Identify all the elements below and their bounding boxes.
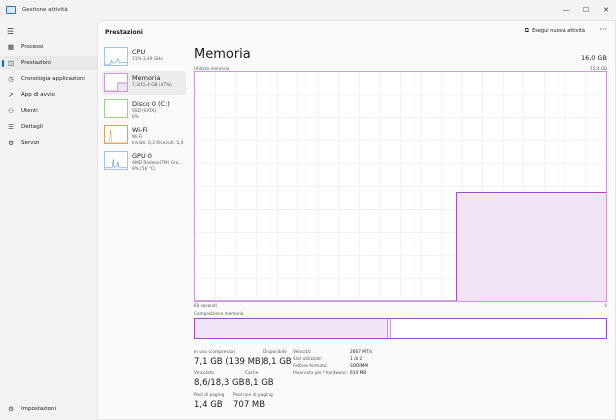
perf-item-name: Disco 0 (C:) bbox=[132, 100, 170, 108]
memory-usage-chart bbox=[194, 71, 607, 302]
hamburger-menu-icon[interactable]: ☰ bbox=[7, 27, 14, 36]
detail-value: 610 MB bbox=[350, 371, 367, 376]
history-icon: ◷ bbox=[8, 75, 14, 83]
wifi-thumbnail-graph bbox=[104, 125, 128, 144]
grid-icon: ▦ bbox=[7, 43, 15, 51]
memory-total: 16,0 GB bbox=[580, 54, 607, 62]
perf-item-detail: 11% 3,49 GHz bbox=[132, 57, 163, 62]
stat-paged-pool-value: 1,4 GB bbox=[194, 400, 223, 410]
memory-usage-svg bbox=[195, 72, 606, 301]
perf-item-detail: 0% bbox=[132, 115, 139, 120]
time-end-label: 0 bbox=[604, 303, 607, 308]
window-controls: — ☐ ✕ bbox=[556, 0, 616, 20]
perf-item-wifi[interactable]: Wi-Fi Wi-Fi Inviati: 0,3 Ricevuti: 5,4 bbox=[102, 123, 186, 147]
disk-thumbnail-graph bbox=[104, 99, 128, 118]
performance-panel: Prestazioni ⧉ Esegui nuova attività ··· … bbox=[97, 20, 616, 420]
sidebar-item-app-di-avvio[interactable]: ➚ App di avvio bbox=[0, 88, 97, 102]
perf-item-name: Memoria bbox=[132, 74, 161, 82]
memory-title: Memoria bbox=[194, 47, 251, 62]
services-icon: ⚙ bbox=[8, 139, 14, 147]
sidebar-item-processi[interactable]: ▦ Processi bbox=[0, 40, 97, 54]
cpu-thumbnail-graph bbox=[104, 47, 128, 66]
sidebar-item-impostazioni[interactable]: ⚙ Impostazioni bbox=[0, 402, 97, 416]
panel-header: Prestazioni ⧉ Esegui nuova attività ··· bbox=[98, 21, 615, 43]
run-new-task-button[interactable]: ⧉ Esegui nuova attività bbox=[525, 27, 585, 35]
perf-item-detail: Wi-Fi bbox=[132, 135, 143, 140]
sidebar-item-servizi[interactable]: ⚙ Servizi bbox=[0, 136, 97, 150]
settings-gear-icon: ⚙ bbox=[8, 405, 14, 413]
perf-item-detail: AMD Radeon(TM) Gra... bbox=[132, 161, 183, 166]
detail-value: SODIMM bbox=[350, 364, 369, 369]
task-manager-icon bbox=[6, 6, 16, 14]
gpu-thumbnail-graph bbox=[104, 151, 128, 170]
perf-item-cpu[interactable]: CPU 11% 3,49 GHz bbox=[102, 45, 186, 69]
stat-available-label: Disponibile bbox=[263, 350, 287, 355]
run-new-task-label: Esegui nuova attività bbox=[532, 28, 585, 34]
sidebar-item-label: Dettagli bbox=[21, 124, 43, 130]
stat-in-use-label: In uso (compressa) bbox=[194, 350, 235, 355]
perf-item-name: Wi-Fi bbox=[132, 126, 148, 134]
sidebar-item-label: Utenti bbox=[21, 108, 38, 114]
sidebar-item-label: Processi bbox=[21, 44, 44, 50]
sidebar-item-label: Prestazioni bbox=[21, 60, 51, 66]
perf-item-detail: Inviati: 0,3 Ricevuti: 5,4 bbox=[132, 141, 184, 146]
memory-composition-bar bbox=[194, 318, 607, 339]
detail-value: 2667 MT/s bbox=[350, 350, 373, 355]
performance-icon: ◫ bbox=[7, 59, 15, 67]
time-span-label: 60 secondi bbox=[194, 303, 217, 308]
stat-nonpaged-pool-label: Pool non di paging bbox=[233, 393, 273, 398]
window-title: Gestione attività bbox=[22, 7, 68, 13]
stat-paged-pool-label: Pool di paging bbox=[194, 393, 225, 398]
perf-item-gpu[interactable]: GPU 0 AMD Radeon(TM) Gra... 9% (56 °C) bbox=[102, 149, 186, 173]
run-task-icon: ⧉ bbox=[524, 27, 530, 34]
title-bar: Gestione attività — ☐ ✕ bbox=[0, 0, 616, 20]
sidebar-item-label: Impostazioni bbox=[21, 406, 57, 412]
stat-committed-label: Vincolata bbox=[194, 371, 214, 376]
stat-in-use-value: 7,1 GB (139 MB) bbox=[194, 357, 265, 367]
startup-icon: ➚ bbox=[8, 91, 14, 99]
composition-label: Composizione memoria bbox=[194, 311, 244, 316]
details-icon: ☰ bbox=[8, 123, 14, 131]
memory-thumbnail-graph bbox=[104, 73, 128, 92]
stat-available-value: 8,1 GB bbox=[263, 357, 292, 367]
composition-in-use bbox=[195, 319, 389, 338]
page-title: Prestazioni bbox=[105, 29, 143, 36]
sidebar-item-cronologia[interactable]: ◷ Cronologia applicazioni bbox=[0, 72, 97, 86]
perf-item-detail: 7,3/15,4 GB (47%) bbox=[132, 83, 172, 88]
stat-committed-value: 8,6/18,3 GB bbox=[194, 378, 245, 388]
detail-label: Fattore formato: bbox=[293, 364, 328, 369]
sidebar-item-dettagli[interactable]: ☰ Dettagli bbox=[0, 120, 97, 134]
perf-item-memoria[interactable]: Memoria 7,3/15,4 GB (47%) bbox=[102, 71, 186, 95]
close-button[interactable]: ✕ bbox=[596, 0, 616, 20]
perf-item-disco[interactable]: Disco 0 (C:) SSD (SATA) 0% bbox=[102, 97, 186, 121]
composition-modified bbox=[388, 319, 392, 338]
more-options-button[interactable]: ··· bbox=[599, 25, 607, 34]
detail-label: Velocità: bbox=[293, 350, 312, 355]
sidebar-item-prestazioni[interactable]: ◫ Prestazioni bbox=[0, 56, 97, 70]
users-icon: ⚇ bbox=[8, 107, 14, 115]
sidebar-item-label: Cronologia applicazioni bbox=[21, 76, 85, 82]
perf-item-detail: 9% (56 °C) bbox=[132, 167, 156, 172]
detail-label: Riservata per l'hardware: bbox=[293, 371, 348, 376]
stat-nonpaged-pool-value: 707 MB bbox=[233, 400, 266, 410]
maximize-button[interactable]: ☐ bbox=[576, 0, 596, 20]
perf-item-name: GPU 0 bbox=[132, 152, 152, 160]
perf-item-detail: SSD (SATA) bbox=[132, 109, 157, 114]
sidebar-item-utenti[interactable]: ⚇ Utenti bbox=[0, 104, 97, 118]
sidebar: ☰ ▦ Processi ◫ Prestazioni ◷ Cronologia … bbox=[0, 20, 97, 420]
minimize-button[interactable]: — bbox=[556, 0, 576, 20]
sidebar-item-label: App di avvio bbox=[21, 92, 56, 98]
sidebar-item-label: Servizi bbox=[21, 140, 40, 146]
detail-label: Slot utilizzati: bbox=[293, 357, 323, 362]
stat-cached-value: 8,1 GB bbox=[245, 378, 274, 388]
stat-cached-label: Cache bbox=[245, 371, 259, 376]
detail-value: 1 di 2 bbox=[350, 357, 363, 362]
perf-item-name: CPU bbox=[132, 48, 146, 56]
